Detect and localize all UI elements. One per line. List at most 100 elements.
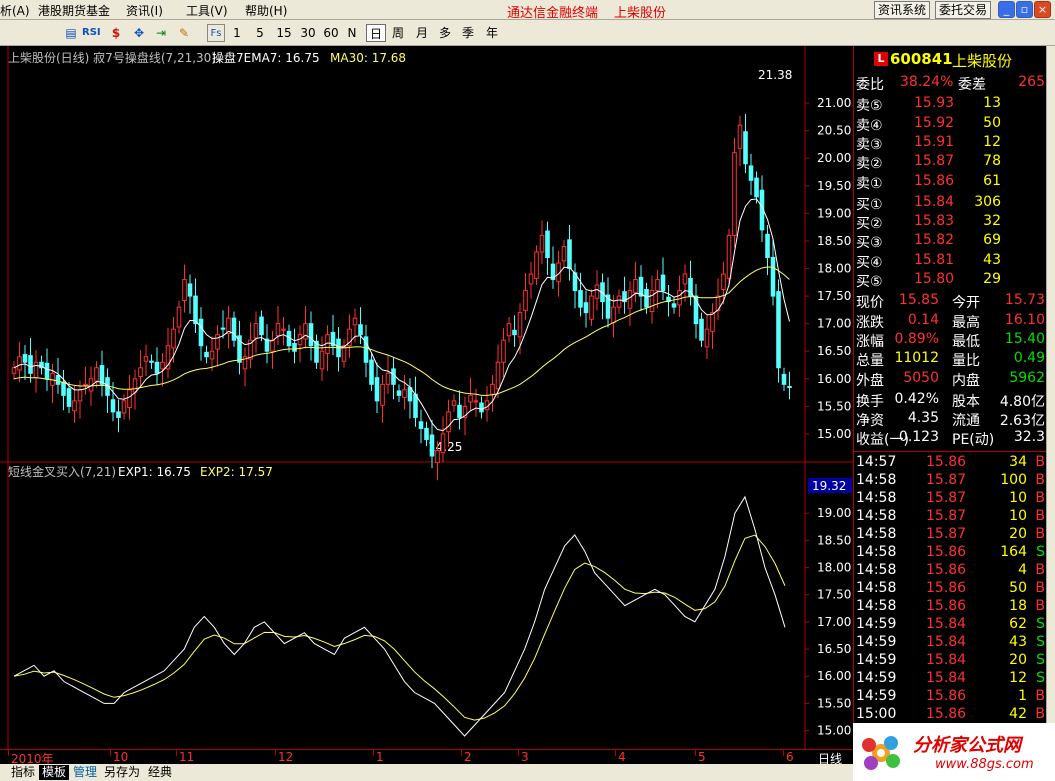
period-30min[interactable]: 30 [299, 24, 317, 42]
candle-body [578, 290, 583, 308]
tick-row: 14:59 15.84 12 S [854, 670, 1049, 688]
y-tick-label: 15.00 [817, 724, 851, 738]
minimize-button[interactable]: _ [998, 1, 1015, 18]
stat-value: 16.10 [1004, 311, 1045, 328]
kline-chart[interactable]: 上柴股份(日线) 寂7号操盘线(7,21,30) 操盘7EMA7: 16.75 … [0, 46, 853, 749]
candle-body [116, 411, 121, 418]
y-tick-label: 17.50 [817, 289, 851, 303]
candle-body [726, 234, 732, 279]
tab-save-as[interactable]: 另存为 [101, 765, 143, 780]
chart-area[interactable]: 上柴股份(日线) 寂7号操盘线(7,21,30) 操盘7EMA7: 16.75 … [0, 46, 853, 749]
candle-body [501, 339, 506, 363]
fin-value: 0.42% [894, 390, 939, 407]
tab-indicator[interactable]: 指标 [8, 765, 38, 780]
period-year[interactable]: 年 [484, 24, 500, 42]
panel-separator [854, 450, 1049, 452]
candle-body [495, 361, 501, 390]
vertical-scrollbar[interactable] [1046, 46, 1055, 749]
bid-volume: 29 [983, 271, 1001, 287]
candle-body [193, 295, 198, 325]
period-month[interactable]: 月 [414, 24, 430, 42]
weicha-value: 265 [1018, 74, 1045, 90]
ask-row: 卖④ 15.92 50 [854, 115, 1049, 134]
candle-body [22, 354, 28, 363]
bid-label: 买⑤ [856, 274, 883, 290]
candle-body [534, 251, 539, 279]
fin-row: 净资 4.35 流通 2.63亿 [854, 410, 1049, 429]
candle-body [292, 343, 297, 352]
tick-price: 15.86 [926, 453, 967, 470]
y-tick-label: 17.50 [817, 588, 851, 602]
candle-body [413, 393, 418, 418]
tick-side: S [1036, 543, 1045, 560]
period-quarter[interactable]: 季 [460, 24, 476, 42]
y-tick-label: 18.50 [817, 533, 851, 547]
x-axis-label: 6 [786, 750, 794, 764]
candle-body [138, 367, 143, 378]
period-15min[interactable]: 15 [275, 24, 293, 42]
candle-body [517, 312, 523, 338]
period-week[interactable]: 周 [390, 24, 406, 42]
tick-time: 14:58 [856, 561, 897, 578]
tick-time: 14:59 [856, 651, 897, 668]
candle-body [737, 124, 743, 149]
menu-tools[interactable]: 工具(V) [186, 2, 228, 19]
candle-body [209, 350, 215, 360]
candle-body [253, 323, 259, 339]
candle-body [127, 389, 132, 408]
candle-body [308, 323, 314, 347]
tick-time: 14:58 [856, 597, 897, 614]
candle-body [699, 318, 704, 341]
stock-code: 600841 [890, 50, 953, 68]
tick-side: B [1035, 471, 1045, 488]
weibi-row: 委比 38.24% 委差 265 [854, 74, 1049, 93]
period-multi[interactable]: 多 [437, 24, 453, 42]
candle-body [512, 329, 517, 336]
candle-body [429, 434, 435, 457]
maximize-button[interactable]: ▫ [1016, 1, 1033, 18]
stat-value: 5962 [1009, 369, 1045, 386]
tab-manage[interactable]: 管理 [70, 765, 100, 780]
tick-row: 14:58 15.86 4 B [854, 562, 1049, 580]
menu-info[interactable]: 资讯(I) [126, 2, 163, 19]
candle-body [77, 389, 83, 402]
fs-icon[interactable]: Fs [207, 24, 225, 42]
tick-price: 15.84 [926, 633, 967, 650]
tab-classic[interactable]: 经典 [145, 765, 175, 780]
export-icon[interactable]: ⇥ [152, 24, 170, 42]
trade-button[interactable]: 委托交易 [935, 1, 992, 19]
tick-price: 15.86 [926, 543, 967, 560]
crosshair-icon[interactable]: ✥ [130, 24, 148, 42]
candle-body [743, 131, 748, 165]
y-tick-label: 17.00 [817, 615, 851, 629]
close-button[interactable]: × [1034, 1, 1051, 18]
period-5min[interactable]: 5 [255, 24, 265, 42]
tick-time: 14:58 [856, 525, 897, 542]
candle-body [66, 388, 72, 407]
tick-side: B [1035, 507, 1045, 524]
menu-hk-futures-funds[interactable]: 港股期货基金 [38, 2, 110, 19]
candle-body [198, 318, 204, 347]
menu-help[interactable]: 帮助(H) [245, 2, 287, 19]
ask-price: 15.91 [914, 133, 955, 150]
y-tick-label: 17.00 [817, 317, 851, 331]
y-tick-label: 19.00 [817, 206, 851, 220]
x-axis-label: 5 [698, 750, 706, 764]
pen-icon[interactable]: ✎ [175, 24, 193, 42]
info-system-button[interactable]: 资讯系统 [874, 1, 931, 19]
bottom-bar: 2010年 10 11 12 1 2 3 4 5 6 日线 指标 模板 管理 另存为 经典 [0, 749, 853, 781]
stat-label: 最低 [952, 333, 980, 350]
dollar-icon[interactable]: $ [107, 24, 125, 42]
candle-body [787, 386, 792, 389]
tab-template[interactable]: 模板 [39, 765, 70, 780]
rsi-icon[interactable]: RSI [82, 24, 101, 42]
period-1min[interactable]: 1 [232, 24, 242, 42]
menu-analysis[interactable]: 析(A) [0, 2, 30, 19]
chart-icon[interactable]: ▤ [62, 24, 80, 42]
period-day[interactable]: 日 [366, 24, 386, 42]
candle-body [506, 323, 512, 337]
period-60min[interactable]: 60 [322, 24, 340, 42]
quote-header: L 600841 上柴股份 [854, 50, 1049, 72]
y-tick-label: 15.50 [817, 399, 851, 413]
period-n[interactable]: N [346, 24, 358, 42]
